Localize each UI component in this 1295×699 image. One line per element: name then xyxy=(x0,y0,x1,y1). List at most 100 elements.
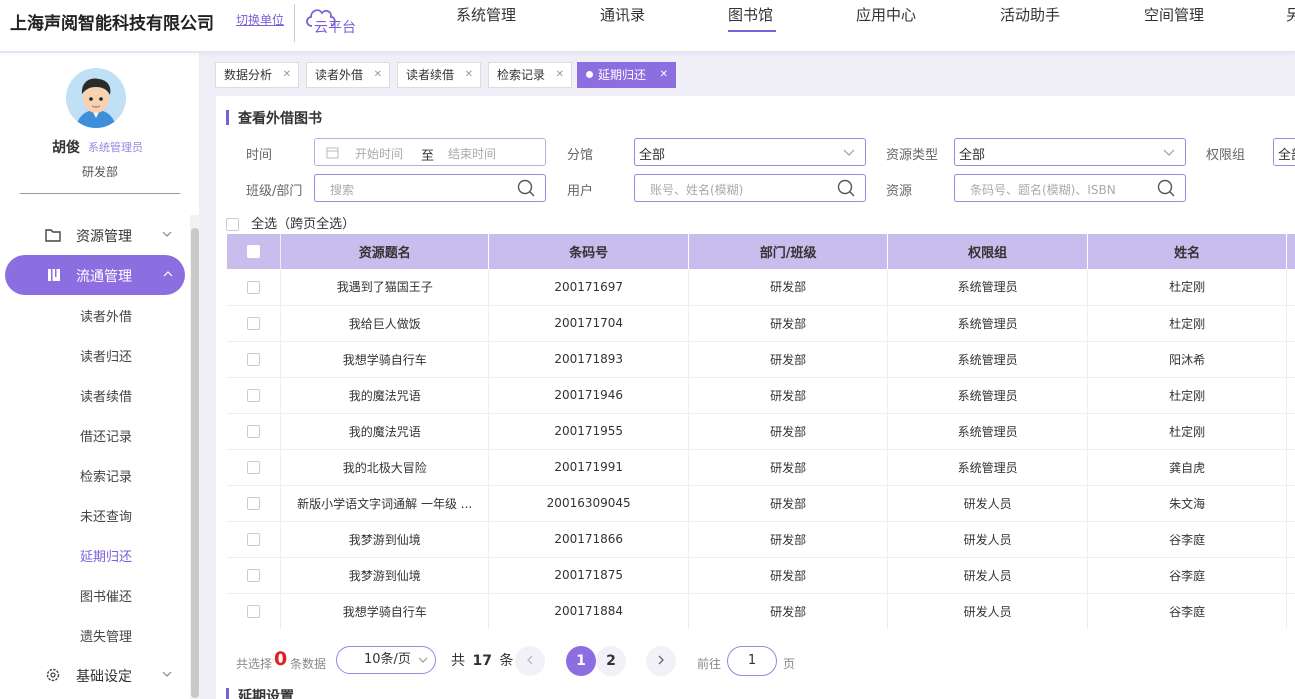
submenu-reader-borrow[interactable]: 读者外借 xyxy=(80,306,132,325)
row-checkbox-cell[interactable] xyxy=(227,521,281,558)
cell-title: 我梦游到仙境 xyxy=(280,557,490,594)
checkbox[interactable] xyxy=(247,533,260,546)
table-row[interactable]: 我的北极大冒险200171991研发部系统管理员龚自虎龚自虎 xyxy=(227,449,1295,486)
tab-reader-borrow[interactable]: 读者外借 ✕ xyxy=(306,62,390,88)
column-header-barcode[interactable]: 条码号 xyxy=(488,234,689,269)
row-checkbox-cell[interactable] xyxy=(227,557,281,594)
cell-account: 龚自虎 xyxy=(1286,449,1295,486)
checkbox[interactable] xyxy=(247,569,260,582)
table-row[interactable]: 我想学骑自行车200171893研发部系统管理员阳沐希阳沐希 xyxy=(227,341,1295,378)
checkbox[interactable] xyxy=(247,280,260,294)
selected-suffix: 条数据 xyxy=(290,657,327,671)
table-row[interactable]: 我的魔法咒语200171955研发部系统管理员杜定刚杜定刚 xyxy=(227,413,1295,450)
close-icon[interactable]: ✕ xyxy=(283,63,291,87)
checkbox[interactable] xyxy=(247,389,260,402)
tab-reader-renew[interactable]: 读者续借 ✕ xyxy=(397,62,481,88)
close-icon[interactable]: ✕ xyxy=(556,63,564,87)
page-button-2[interactable]: 2 xyxy=(596,646,626,676)
table-row[interactable]: 我梦游到仙境200171875研发部研发人员谷李庭谷李庭 xyxy=(227,557,1295,594)
page-button-1[interactable]: 1 xyxy=(566,646,596,676)
search-icon[interactable] xyxy=(1157,179,1175,197)
close-icon[interactable]: ✕ xyxy=(465,63,473,87)
checkbox[interactable] xyxy=(247,425,260,438)
close-icon[interactable]: ✕ xyxy=(660,63,668,87)
menu-group-basic-settings[interactable]: 基础设定 xyxy=(0,655,190,695)
nav-system[interactable]: 系统管理 xyxy=(456,4,516,25)
cell-account: 杜定刚 xyxy=(1286,377,1295,414)
submenu-extend-return[interactable]: 延期归还 xyxy=(80,546,132,565)
column-header-name[interactable]: 姓名 xyxy=(1087,234,1288,269)
cloud-platform-logo[interactable]: 云平台 xyxy=(304,4,364,38)
search-icon[interactable] xyxy=(837,179,855,197)
avatar[interactable] xyxy=(66,68,126,128)
row-checkbox-cell[interactable] xyxy=(227,341,281,378)
menu-group-resources[interactable]: 资源管理 xyxy=(0,215,190,255)
column-header-title[interactable]: 资源题名 xyxy=(280,234,490,269)
row-checkbox-cell[interactable] xyxy=(227,413,281,450)
page-size-select[interactable]: 10条/页 xyxy=(336,646,436,674)
column-header-dept[interactable]: 部门/班级 xyxy=(688,234,889,269)
table-row[interactable]: 新版小学语文字词通解 一年级 ...20016309045研发部研发人员朱文海朱… xyxy=(227,485,1295,522)
tab-search-records[interactable]: 检索记录 ✕ xyxy=(488,62,572,88)
table-row[interactable]: 我遇到了猫国王子200171697研发部系统管理员杜定刚杜定刚 xyxy=(227,269,1295,306)
column-header-permission[interactable]: 权限组 xyxy=(887,234,1088,269)
resource-search-input[interactable]: 条码号、题名(模糊)、ISBN xyxy=(954,174,1186,202)
submenu-borrow-records[interactable]: 借还记录 xyxy=(80,426,132,445)
select-all-checkbox[interactable]: 全选（跨页全选） xyxy=(226,213,355,232)
table-row[interactable]: 我的魔法咒语200171946研发部系统管理员杜定刚杜定刚 xyxy=(227,377,1295,414)
nav-space[interactable]: 空间管理 xyxy=(1144,4,1204,25)
row-checkbox-cell[interactable] xyxy=(227,269,281,306)
checkbox[interactable] xyxy=(247,461,260,474)
submenu-lost-management[interactable]: 遗失管理 xyxy=(80,626,132,645)
goto-page-input[interactable]: 1 xyxy=(727,646,777,676)
class-dept-search-input[interactable]: 搜索 xyxy=(314,174,546,202)
nav-app-center[interactable]: 应用中心 xyxy=(856,4,916,25)
tab-extend-return[interactable]: 延期归还 ✕ xyxy=(577,62,676,88)
row-checkbox-cell[interactable] xyxy=(227,449,281,486)
nav-library[interactable]: 图书馆 xyxy=(728,4,773,25)
row-checkbox-cell[interactable] xyxy=(227,377,281,414)
checkbox[interactable] xyxy=(247,497,260,510)
switch-unit-link[interactable]: 切换单位 xyxy=(236,11,284,28)
column-header-account[interactable]: 账号 xyxy=(1286,234,1295,269)
submenu-reader-renew[interactable]: 读者续借 xyxy=(80,386,132,405)
submenu-book-reminder[interactable]: 图书催还 xyxy=(80,586,132,605)
chevron-right-icon xyxy=(658,655,664,665)
user-search-input[interactable]: 账号、姓名(模糊) xyxy=(634,174,866,202)
cell-permission: 系统管理员 xyxy=(887,377,1088,414)
resource-label: 资源 xyxy=(886,184,913,199)
next-page-button[interactable] xyxy=(646,646,676,676)
table-row[interactable]: 我梦游到仙境200171866研发部研发人员谷李庭谷李庭 xyxy=(227,521,1295,558)
tab-data-analysis[interactable]: 数据分析 ✕ xyxy=(215,62,299,88)
checkbox[interactable] xyxy=(226,218,239,231)
date-range-picker[interactable]: 开始时间 至 结束时间 xyxy=(314,138,546,166)
permission-group-select[interactable]: 全部 xyxy=(1273,138,1295,166)
table-row[interactable]: 我给巨人做饭200171704研发部系统管理员杜定刚杜定刚 xyxy=(227,305,1295,342)
time-label: 时间 xyxy=(246,148,273,163)
checkbox[interactable] xyxy=(247,353,260,366)
end-date-input[interactable]: 结束时间 xyxy=(448,145,496,162)
submenu-unreturned-query[interactable]: 未还查询 xyxy=(80,506,132,525)
table-row[interactable]: 我想学骑自行车200171884研发部研发人员谷李庭谷李庭 xyxy=(227,593,1295,629)
row-checkbox-cell[interactable] xyxy=(227,485,281,522)
row-checkbox-cell[interactable] xyxy=(227,305,281,342)
checkbox[interactable] xyxy=(247,317,260,330)
branch-select[interactable]: 全部 xyxy=(634,138,866,166)
submenu-reader-return[interactable]: 读者归还 xyxy=(80,346,132,365)
prev-page-button[interactable] xyxy=(515,646,545,676)
nav-activity[interactable]: 活动助手 xyxy=(1000,4,1060,25)
nav-contacts[interactable]: 通讯录 xyxy=(600,4,645,25)
search-icon[interactable] xyxy=(517,179,535,197)
sidebar-scrollbar-thumb[interactable] xyxy=(191,228,199,698)
nav-more[interactable]: 另 xyxy=(1286,4,1295,25)
menu-group-circulation[interactable]: 流通管理 xyxy=(5,255,185,295)
start-date-input[interactable]: 开始时间 xyxy=(355,145,403,162)
row-checkbox-cell[interactable] xyxy=(227,593,281,629)
close-icon[interactable]: ✕ xyxy=(374,63,382,87)
checkbox[interactable] xyxy=(247,605,260,618)
divider xyxy=(20,193,180,194)
resource-type-select[interactable]: 全部 xyxy=(954,138,1186,166)
header-select-all-checkbox[interactable] xyxy=(227,234,281,269)
submenu-search-records[interactable]: 检索记录 xyxy=(80,466,132,485)
checkbox[interactable] xyxy=(247,245,260,258)
